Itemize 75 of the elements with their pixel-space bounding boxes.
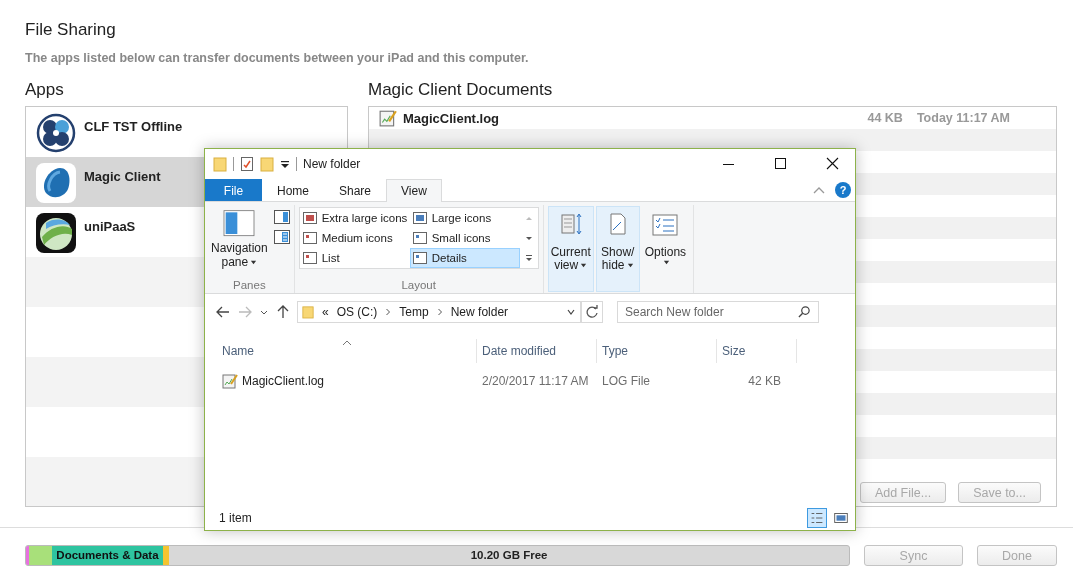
page-title: File Sharing — [25, 19, 117, 41]
file-size: 42 KB — [747, 374, 782, 388]
app-item[interactable]: CLF TST Offline — [26, 107, 347, 157]
properties-icon[interactable] — [240, 156, 254, 172]
layout-option[interactable]: Large icons — [409, 208, 520, 228]
page-subtitle: The apps listed below can transfer documents between your iPad and this computer. — [25, 50, 530, 66]
navigation-pane-icon — [222, 209, 257, 239]
globe-icon — [36, 213, 76, 253]
folder-icon — [302, 304, 314, 320]
log-file-icon — [379, 109, 397, 127]
back-arrow-icon[interactable] — [215, 304, 231, 320]
document-size: 44 KB — [867, 111, 903, 125]
details-pane-icon[interactable] — [273, 230, 290, 244]
file-name: MagicClient.log — [242, 374, 325, 388]
refresh-icon[interactable] — [581, 301, 603, 323]
layout-icon — [302, 212, 317, 224]
layout-icon — [412, 252, 427, 264]
layout-option[interactable]: Extra large icons — [299, 208, 410, 228]
document-date: Today 11:17 AM — [916, 111, 1010, 125]
layout-option[interactable]: Medium icons — [299, 228, 410, 248]
view-command-button[interactable]: Current view — [547, 206, 594, 292]
details-view-icon[interactable] — [807, 508, 827, 528]
column-header[interactable]: Date modified — [477, 339, 597, 363]
search-field[interactable]: Search New folder — [617, 301, 819, 323]
ribbon-tab[interactable]: File — [205, 179, 262, 201]
preview-pane-icon[interactable] — [273, 210, 290, 224]
ribbon-tab[interactable]: Home — [262, 179, 324, 201]
sort-caret-icon — [342, 340, 352, 346]
file-row[interactable]: MagicClient.log 2/20/2017 11:17 AM LOG File 42 KB — [217, 371, 855, 391]
item-count: 1 item — [219, 511, 252, 525]
layout-option[interactable]: List — [299, 248, 410, 268]
dropdown-caret-icon[interactable] — [566, 307, 576, 317]
document-name: MagicClient.log — [403, 110, 501, 126]
navigation-pane-button[interactable]: Navigation pane — [209, 205, 270, 273]
layout-icon — [412, 212, 427, 224]
drop-icon — [36, 163, 76, 203]
caret-icon — [580, 262, 588, 270]
view-command-button[interactable]: Options — [641, 206, 690, 292]
path-crumb[interactable]: OS (C:) — [336, 305, 378, 319]
help-button[interactable]: ? — [835, 182, 851, 198]
app-name: CLF TST Offline — [84, 119, 183, 134]
column-header[interactable]: Type — [597, 339, 717, 363]
layout-icon — [302, 232, 317, 244]
layout-icon — [412, 232, 427, 244]
layout-icon — [302, 252, 317, 264]
app-name: Magic Client — [84, 169, 161, 184]
customize-caret-icon[interactable] — [280, 159, 290, 169]
overflow-crumb[interactable]: « — [322, 305, 329, 319]
column-header[interactable]: Size — [717, 339, 797, 363]
ribbon-tab[interactable]: View — [386, 179, 442, 202]
log-file-icon — [222, 373, 238, 389]
file-type: LOG File — [601, 374, 651, 388]
free-space-label: 10.20 GB Free — [469, 548, 549, 563]
group-label: Panes — [232, 279, 267, 291]
file-date: 2/20/2017 11:17 AM — [481, 374, 590, 388]
caret-icon — [250, 259, 258, 267]
document-row[interactable]: MagicClient.log 44 KB Today 11:17 AM — [369, 107, 1056, 129]
expand-gallery-icon[interactable] — [523, 254, 534, 262]
path-crumb[interactable]: New folder — [450, 305, 509, 319]
swirl-logo-icon — [36, 113, 76, 153]
group-label: Layout — [400, 279, 437, 291]
layout-option[interactable]: Small icons — [409, 228, 520, 248]
collapse-ribbon-icon[interactable] — [813, 186, 825, 194]
search-icon — [798, 305, 811, 318]
view-command-button[interactable]: Show/ hide — [595, 206, 640, 292]
storage-segment: Documents & Data — [51, 546, 164, 565]
apps-heading: Apps — [25, 79, 65, 101]
layout-option[interactable]: Details — [409, 248, 520, 268]
documents-heading: Magic Client Documents — [368, 79, 554, 101]
up-arrow-icon[interactable] — [275, 304, 291, 320]
caret-icon — [662, 259, 670, 266]
column-header[interactable]: Name — [217, 339, 477, 363]
app-name: uniPaaS — [84, 219, 136, 234]
path-crumb[interactable]: Temp — [399, 305, 429, 319]
caret-icon — [626, 262, 634, 270]
